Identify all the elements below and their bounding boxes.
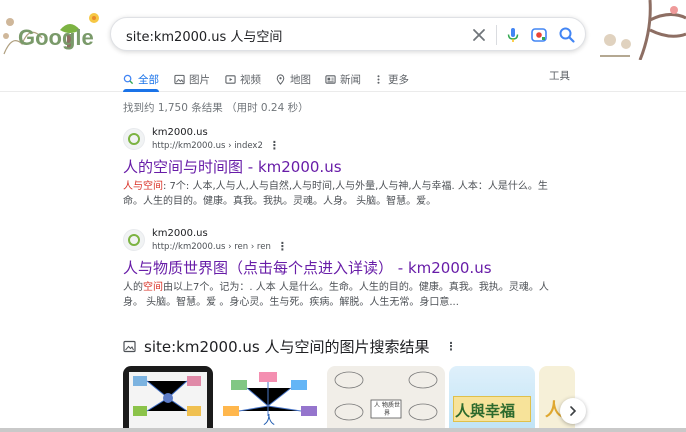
search-submit-icon[interactable] xyxy=(557,25,577,45)
news-icon xyxy=(325,74,336,84)
search-icon xyxy=(123,74,134,84)
result-url: http://km2000.us › index2 xyxy=(152,140,263,151)
image-icon xyxy=(123,340,136,353)
image-thumbnail-strip: 人 人 物质世界 人與幸福 人 xyxy=(123,366,575,432)
snippet-highlight: 空间 xyxy=(143,282,163,293)
image-thumbnail[interactable]: 人與幸福 xyxy=(449,366,535,432)
result-options-icon[interactable]: ⋮ xyxy=(269,139,280,152)
google-doodle-logo[interactable]: Google xyxy=(2,4,112,60)
logo-text: Google xyxy=(18,25,94,50)
result-title-link[interactable]: 人与物质世界图（点击每个点进入详读） - km2000.us xyxy=(123,258,563,278)
more-vert-icon xyxy=(377,74,380,84)
result-options-icon[interactable]: ⋮ xyxy=(277,240,288,253)
tab-label: 地图 xyxy=(290,73,311,86)
search-result: km2000.us http://km2000.us › index2 ⋮ 人的… xyxy=(123,124,563,209)
tab-label: 新闻 xyxy=(340,73,361,86)
image-thumbnail[interactable] xyxy=(123,366,213,432)
images-section-title: site:km2000.us 人与空间的图片搜索结果 xyxy=(144,338,430,356)
tab-label: 图片 xyxy=(189,73,210,86)
image-thumbnail[interactable]: 人 物质世界 xyxy=(327,366,445,432)
tab-all[interactable]: 全部 xyxy=(123,68,159,92)
tab-images[interactable]: 图片 xyxy=(174,68,210,90)
snippet-prefix: 人的 xyxy=(123,282,143,293)
image-icon xyxy=(174,74,185,84)
search-box[interactable]: site:km2000.us 人与空间 xyxy=(110,17,586,51)
tab-label: 全部 xyxy=(138,73,159,86)
result-url: http://km2000.us › ren › ren xyxy=(152,241,271,252)
thumbnail-label: 人 物质世界 xyxy=(374,402,400,417)
svg-text:人: 人 xyxy=(263,413,275,427)
search-divider xyxy=(496,25,497,45)
images-options-icon[interactable]: ⋮ xyxy=(445,340,456,353)
result-snippet: 人与空间: 7个: 人本,人与人,人与自然,人与时间,人与外量,人与神,人与幸福… xyxy=(123,179,563,209)
result-stats: 找到约 1,750 条结果 （用时 0.24 秒） xyxy=(123,102,309,114)
result-site-name: km2000.us xyxy=(152,228,208,239)
search-input[interactable]: site:km2000.us 人与空间 xyxy=(126,26,282,45)
map-pin-icon xyxy=(276,73,285,85)
video-icon xyxy=(225,74,236,84)
next-images-button[interactable] xyxy=(560,398,586,424)
search-tabs: 全部 图片 视频 地图 新闻 更多 工具 xyxy=(0,62,686,92)
result-site-name: km2000.us xyxy=(152,127,208,138)
tab-videos[interactable]: 视频 xyxy=(225,68,261,90)
snippet-text: 由以上7个。记为：. 人本 人是什么。生命。人生的目的。健康。真我。我执。灵魂。… xyxy=(123,282,549,308)
microphone-icon[interactable] xyxy=(503,25,523,45)
clear-icon[interactable] xyxy=(469,25,489,45)
result-title-link[interactable]: 人的空间与时间图 - km2000.us xyxy=(123,157,563,177)
tab-news[interactable]: 新闻 xyxy=(325,68,361,90)
result-snippet: 人的空间由以上7个。记为：. 人本 人是什么。生命。人生的目的。健康。真我。我执… xyxy=(123,280,563,310)
window-bottom-edge xyxy=(0,428,686,432)
site-favicon-icon xyxy=(123,229,145,251)
image-thumbnail[interactable]: 人 xyxy=(217,366,323,432)
tab-label: 视频 xyxy=(240,73,261,86)
search-result: km2000.us http://km2000.us › ren › ren ⋮… xyxy=(123,225,563,310)
doodle-decoration xyxy=(600,0,686,60)
header: Google site:km2000.us 人与空间 xyxy=(0,0,686,62)
tools-button[interactable]: 工具 xyxy=(549,68,570,83)
site-favicon-icon xyxy=(123,128,145,150)
snippet-text: : 7个: 人本,人与人,人与自然,人与时间,人与外量,人与神,人与幸福. 人本… xyxy=(123,181,548,207)
tab-label: 更多 xyxy=(388,73,409,86)
images-section-header: site:km2000.us 人与空间的图片搜索结果 ⋮ xyxy=(123,336,456,357)
result-site-row[interactable]: km2000.us http://km2000.us › ren › ren ⋮ xyxy=(123,225,563,255)
snippet-highlight: 人与空间 xyxy=(123,181,163,192)
result-site-row[interactable]: km2000.us http://km2000.us › index2 ⋮ xyxy=(123,124,563,154)
chevron-right-icon xyxy=(570,406,577,416)
tab-maps[interactable]: 地图 xyxy=(275,68,311,90)
thumbnail-label: 人與幸福 xyxy=(455,402,516,420)
tab-more[interactable]: 更多 xyxy=(373,68,409,90)
google-lens-icon[interactable] xyxy=(529,25,549,45)
